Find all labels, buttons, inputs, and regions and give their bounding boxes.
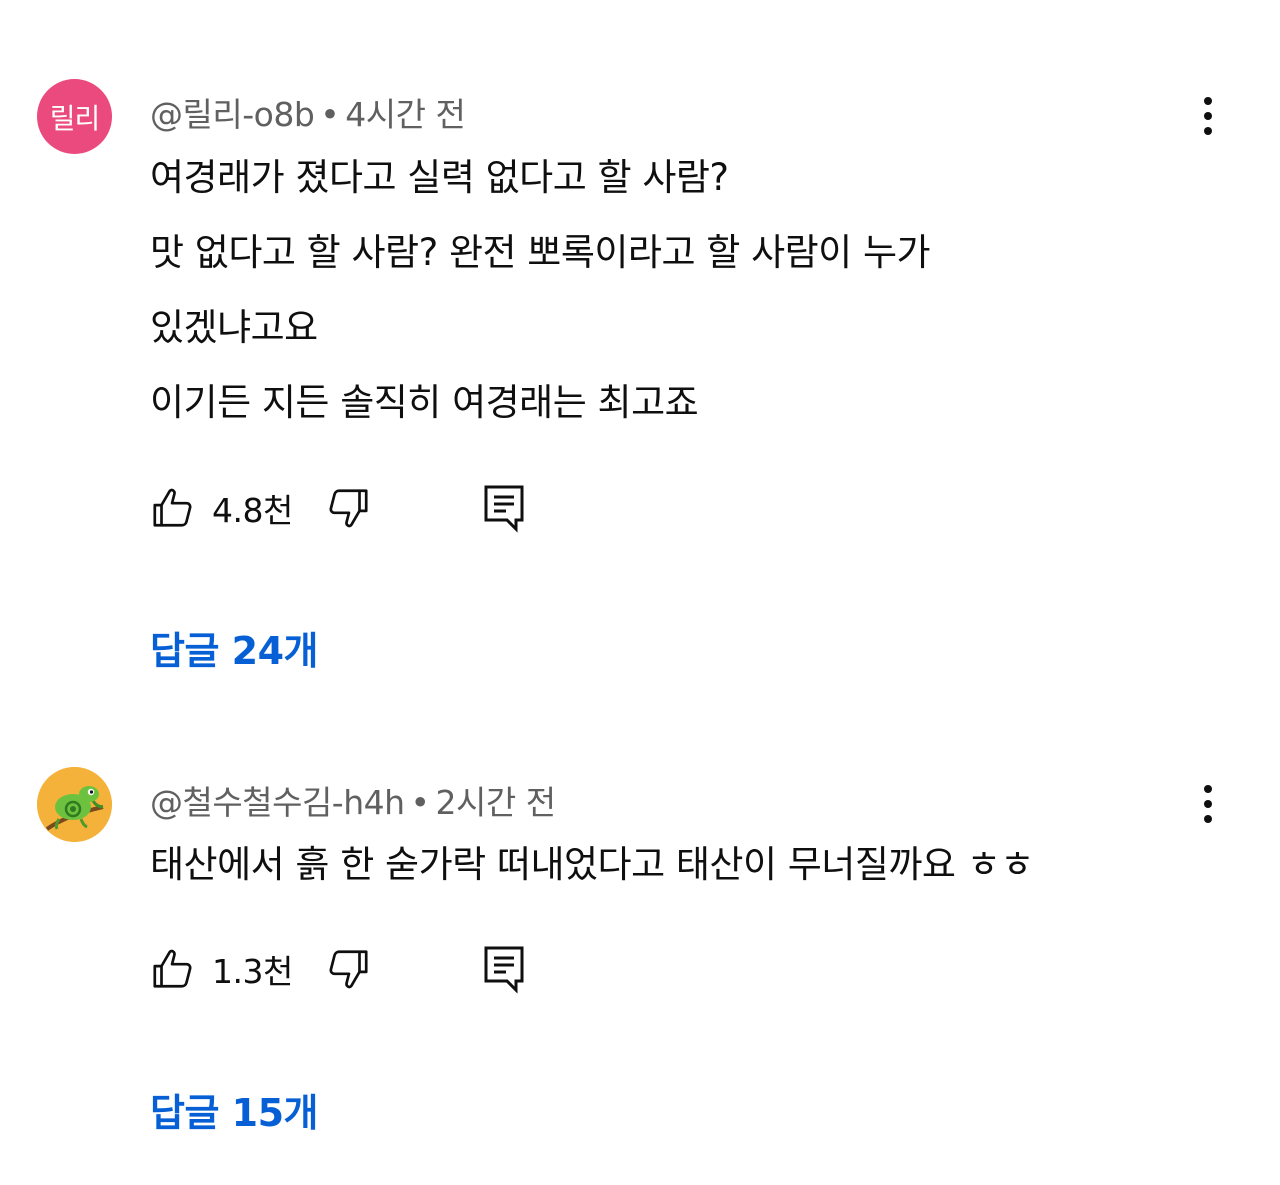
comment-line: 태산에서 흙 한 숟가락 떠내었다고 태산이 무너질까요 ㅎㅎ: [150, 843, 1034, 886]
author-name[interactable]: @철수철수김-h4h: [150, 783, 405, 822]
more-dot: [1204, 112, 1212, 120]
reply-button[interactable]: [482, 483, 526, 533]
timestamp[interactable]: 2시간 전: [436, 783, 557, 822]
more-dot: [1204, 127, 1212, 135]
more-dot: [1204, 815, 1212, 823]
separator-dot: •: [320, 95, 340, 134]
timestamp[interactable]: 4시간 전: [345, 95, 466, 134]
like-count: 1.3천: [212, 952, 293, 991]
comment-meta: @릴리-o8b • 4시간 전: [150, 88, 466, 136]
like-button[interactable]: 1.3천: [150, 944, 293, 994]
comment-text: 태산에서 흙 한 숟가락 떠내었다고 태산이 무너질까요 ㅎㅎ: [150, 827, 1150, 902]
more-dot: [1204, 97, 1212, 105]
like-count: 4.8천: [212, 491, 293, 530]
comment-line: 여경래가 졌다고 실력 없다고 할 사람?: [150, 156, 729, 199]
comment-icon: [484, 485, 524, 533]
separator-dot: •: [410, 783, 430, 822]
more-options-button[interactable]: [1190, 774, 1226, 834]
avatar-label: 릴리: [49, 101, 101, 135]
thumbs-up-icon: [153, 488, 192, 527]
chameleon-icon: [37, 767, 112, 842]
more-dot: [1204, 785, 1212, 793]
more-dot: [1204, 800, 1212, 808]
avatar[interactable]: 릴리: [37, 79, 112, 154]
view-replies-button[interactable]: 답글 15개: [150, 1082, 319, 1137]
more-options-button[interactable]: [1190, 86, 1226, 146]
comment-text: 여경래가 졌다고 실력 없다고 할 사람? 맛 없다고 할 사람? 완전 뽀록이…: [150, 140, 1150, 440]
thumbs-down-icon: [329, 950, 368, 989]
dislike-button[interactable]: [325, 483, 371, 533]
thumbs-up-icon: [153, 949, 192, 988]
dislike-button[interactable]: [325, 944, 371, 994]
comment-line: 맛 없다고 할 사람? 완전 뽀록이라고 할 사람이 누가: [150, 231, 931, 274]
author-name[interactable]: @릴리-o8b: [150, 95, 315, 134]
like-button[interactable]: 4.8천: [150, 483, 293, 533]
comment-actions: 4.8천: [150, 483, 550, 533]
comment-meta: @철수철수김-h4h • 2시간 전: [150, 776, 556, 824]
comment-icon: [484, 946, 524, 994]
reply-button[interactable]: [482, 944, 526, 994]
thumbs-down-icon: [329, 489, 368, 528]
comment-line: 있겠냐고요: [150, 306, 318, 349]
avatar[interactable]: [37, 767, 112, 842]
view-replies-button[interactable]: 답글 24개: [150, 620, 319, 675]
comment-actions: 1.3천: [150, 944, 550, 994]
comment-line: 이기든 지든 솔직히 여경래는 최고죠: [150, 381, 699, 424]
